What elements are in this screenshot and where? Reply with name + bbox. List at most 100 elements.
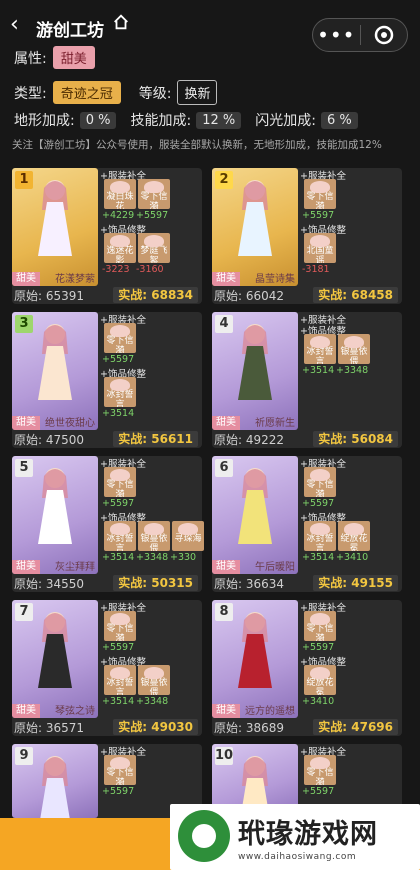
item-chip[interactable]: 零下信漪 [104, 611, 136, 641]
skill-value[interactable]: 12 % [196, 111, 242, 129]
bonus-panel: +服装补全 零下信漪 +5597 +饰品修整 冰封誓言 +3514 银蔓依偎 +3348 [98, 600, 202, 707]
accessory-icon [110, 667, 130, 679]
bonus-value: +3410 [302, 696, 335, 707]
item-name: 银蔓依偎 [140, 534, 168, 551]
item-chip[interactable]: 寻琛海 [172, 521, 204, 551]
actual-score: 实战: 49155 [313, 575, 398, 591]
item-chip[interactable]: 逸迷花影 [104, 233, 136, 263]
accessory-icon [110, 181, 130, 193]
accessory-icon [144, 523, 164, 535]
item-chip[interactable]: 绽放花冕 [338, 521, 370, 551]
item-chip[interactable]: 零下信漪 [304, 467, 336, 497]
outfit-card[interactable]: 5 甜美 灰尘拜拜 +服装补全 零下信漪 +5597 +饰品修整 冰封誓言 +3514 银蔓依偎 +… [12, 456, 204, 592]
outfit-portrait: 3 甜美 绝世夜甜心 [12, 312, 98, 430]
outfit-card[interactable]: 2 甜美 晶莹诗集 +服装补全 零下信漪 +5597 +饰品修整 北国童谣 -3181 原始: 6… [212, 168, 402, 304]
accessory-icon [144, 667, 164, 679]
accessory-icon [310, 181, 330, 193]
bonus-value: +4229 [102, 210, 135, 221]
item-chip[interactable]: 银蔓依偎 [138, 521, 170, 551]
attribute-tag[interactable]: 甜美 [52, 46, 95, 69]
item-chip[interactable]: 零下信漪 [304, 611, 336, 641]
accessory-icon [344, 336, 364, 348]
item-chip[interactable]: 零下信漪 [104, 755, 136, 785]
type-tag[interactable]: 奇迹之冠 [52, 81, 121, 104]
outfit-portrait: 5 甜美 灰尘拜拜 [12, 456, 98, 574]
item-name: 零下信漪 [306, 768, 334, 785]
outfit-portrait: 7 甜美 琴弦之诗 [12, 600, 98, 718]
score-row: 原始: 36571 实战: 49030 [14, 718, 200, 736]
item-chip[interactable]: 凝白珠花 [104, 179, 136, 209]
accessory-icon [310, 667, 330, 679]
item-chip[interactable]: 北国童谣 [304, 233, 336, 263]
item-chip[interactable]: 冰封誓言 [304, 334, 336, 364]
accessory-icon [310, 469, 330, 481]
type-row: 类型: 奇迹之冠 等级: 换新 [14, 80, 218, 105]
bonus-value: +3348 [136, 696, 169, 707]
accessory-icon [110, 523, 130, 535]
item-chip[interactable]: 绽放花冕 [304, 665, 336, 695]
bonus-value: -3181 [302, 264, 330, 275]
item-chip[interactable]: 冰封誓言 [104, 521, 136, 551]
bonus-value: +3514 [102, 408, 135, 419]
terrain-value[interactable]: 0 % [79, 111, 117, 129]
item-chip[interactable]: 零下信漪 [104, 467, 136, 497]
actual-score: 实战: 50315 [113, 575, 198, 591]
close-button[interactable] [360, 24, 407, 46]
item-name: 梦庭飞絮 [140, 246, 168, 263]
category-tag: 甜美 [12, 272, 40, 286]
category-tag: 甜美 [212, 272, 240, 286]
item-chip[interactable]: 零下信漪 [304, 179, 336, 209]
more-button[interactable]: ••• [313, 20, 360, 50]
item-name: 银蔓依偎 [340, 347, 368, 364]
accessory-icon [110, 469, 130, 481]
rank-badge: 6 [215, 459, 233, 477]
actual-score: 实战: 47696 [313, 719, 398, 735]
character-figure-icon [238, 612, 272, 688]
item-chip[interactable]: 零下信漪 [104, 323, 136, 353]
original-score: 原始: 65391 [14, 288, 85, 303]
item-chip[interactable]: 银蔓依偎 [338, 334, 370, 364]
category-tag: 甜美 [212, 416, 240, 430]
character-figure-icon [40, 756, 70, 818]
level-tag[interactable]: 换新 [177, 80, 218, 105]
bonus-row: 地形加成: 0 % 技能加成: 12 % 闪光加成: 6 % [14, 110, 372, 130]
item-chip[interactable]: 零下信漪 [304, 755, 336, 785]
bonus-value: +3514 [102, 552, 135, 563]
flash-value[interactable]: 6 % [320, 111, 358, 129]
attribute-row: 属性: 甜美 [14, 46, 95, 69]
accessory-icon [310, 235, 330, 247]
outfit-portrait: 6 甜美 午后暖阳 [212, 456, 298, 574]
item-chip[interactable]: 冰封誓言 [104, 377, 136, 407]
item-chip[interactable]: 银蔓依偎 [138, 665, 170, 695]
outfit-card[interactable]: 7 甜美 琴弦之诗 +服装补全 零下信漪 +5597 +饰品修整 冰封誓言 +3514 银蔓依偎 +… [12, 600, 202, 736]
outfit-card[interactable]: 8 甜美 远方的遥想 +服装补全 零下信漪 +5597 +饰品修整 绽放花冕 +3410 原始: … [212, 600, 402, 736]
back-chevron-icon[interactable]: ‹ [10, 14, 19, 36]
bonus-value: +3410 [336, 552, 369, 563]
item-name: 零下信漪 [306, 480, 334, 497]
category-tag: 甜美 [12, 704, 40, 718]
item-name: 零下信漪 [106, 768, 134, 785]
rank-badge: 4 [215, 315, 233, 333]
item-name: 北国童谣 [306, 246, 334, 263]
accessory-icon [310, 613, 330, 625]
bonus-value: +5597 [136, 210, 169, 221]
bonus-value: +5597 [302, 210, 335, 221]
item-chip[interactable]: 冰封誓言 [104, 665, 136, 695]
bonus-value: +5597 [102, 786, 135, 797]
home-icon[interactable] [112, 13, 130, 31]
outfit-card[interactable]: 3 甜美 绝世夜甜心 +服装补全 零下信漪 +5597 +饰品修整 冰封誓言 +3514 原始: … [12, 312, 202, 448]
category-tag: 甜美 [212, 560, 240, 574]
outfit-card[interactable]: 6 甜美 午后暖阳 +服装补全 零下信漪 +5597 +饰品修整 冰封誓言 +3514 绽放花冕 +… [212, 456, 402, 592]
outfit-card[interactable]: 1 甜美 花漾梦萦 +服装补全 凝白珠花 +4229 零下信漪 +5597 +饰品修整 逸迷花影 -… [12, 168, 202, 304]
original-score: 原始: 36571 [14, 720, 85, 735]
item-chip[interactable]: 零下信漪 [138, 179, 170, 209]
score-row: 原始: 36634 实战: 49155 [214, 574, 400, 592]
bonus-value: +3514 [302, 552, 335, 563]
outfit-name: 花漾梦萦 [55, 274, 95, 285]
watermark-mark-icon [178, 810, 230, 862]
item-chip[interactable]: 梦庭飞絮 [138, 233, 170, 263]
actual-score: 实战: 68834 [113, 287, 198, 303]
item-chip[interactable]: 冰封誓言 [304, 521, 336, 551]
actual-score: 实战: 56084 [313, 431, 398, 447]
outfit-card[interactable]: 4 甜美 祈愿新生 +服装补全 +饰品修整 冰封誓言 +3514 银蔓依偎 +3348 原始: 4… [212, 312, 402, 448]
